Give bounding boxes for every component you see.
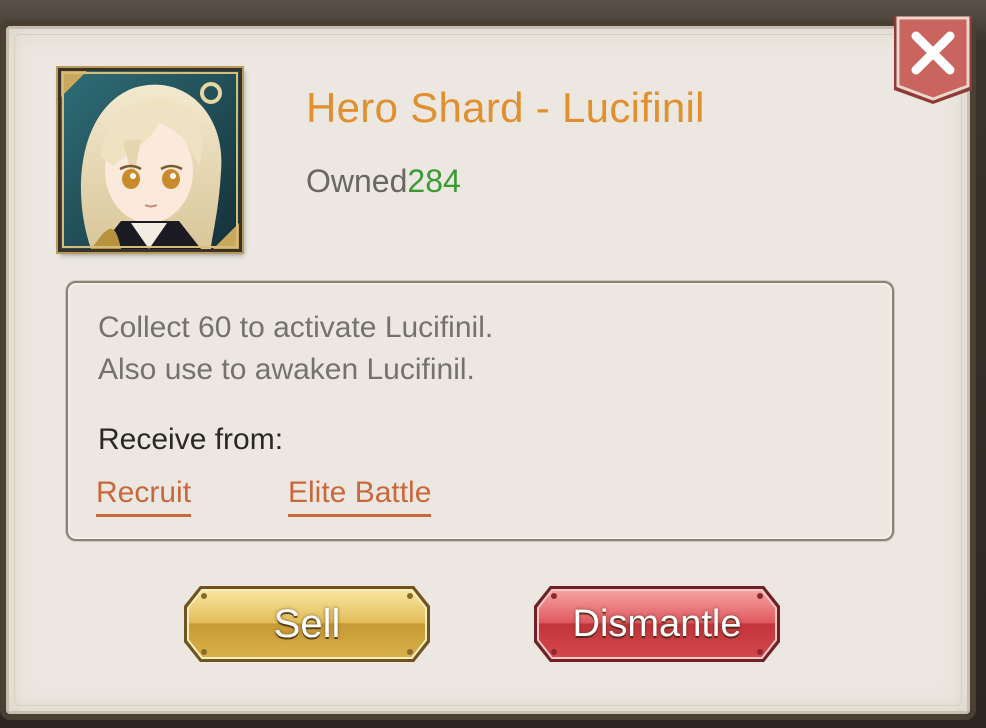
game-screen: Hero Shard - Lucifinil Owned284 Collect …	[0, 0, 986, 728]
sell-button-label: Sell	[273, 601, 341, 646]
description-line-2: Also use to awaken Lucifinil.	[98, 353, 475, 386]
item-title: Hero Shard - Lucifinil	[306, 84, 705, 131]
description-box: Collect 60 to activate Lucifinil. Also u…	[66, 281, 894, 541]
dismantle-button-label: Dismantle	[572, 602, 742, 645]
sell-button[interactable]: Sell	[180, 582, 434, 666]
hero-portrait-lucifinil-icon	[61, 71, 239, 249]
dismantle-button[interactable]: Dismantle	[530, 582, 784, 666]
owned-row: Owned284	[306, 163, 461, 200]
hero-portrait	[58, 68, 242, 252]
close-button[interactable]	[888, 14, 978, 106]
owned-count: 284	[407, 163, 461, 199]
owned-label: Owned	[306, 163, 408, 199]
description-line-1: Collect 60 to activate Lucifinil.	[98, 311, 494, 344]
source-link-recruit[interactable]: Recruit	[96, 476, 192, 517]
receive-from-label: Receive from:	[98, 423, 284, 456]
close-x-icon	[894, 16, 972, 104]
source-link-elite-battle[interactable]: Elite Battle	[288, 476, 432, 517]
